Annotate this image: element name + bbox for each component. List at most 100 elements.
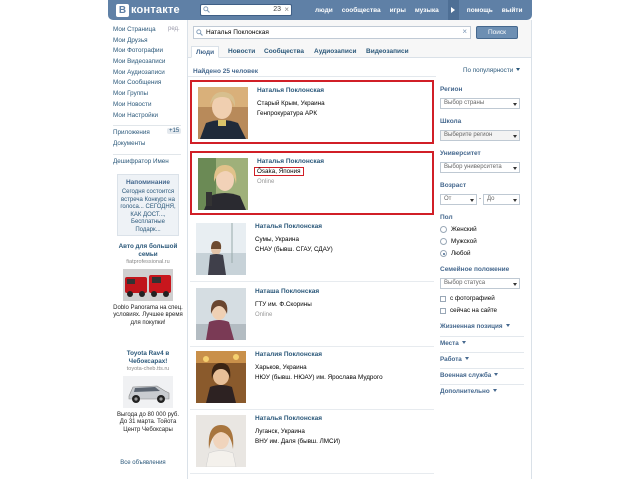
expand-additional[interactable]: Дополнительно (440, 388, 497, 395)
school-placeholder: Выберите регион (444, 132, 493, 138)
result-row[interactable]: Наталья Поклонская Ōsaka, Япония Online (190, 151, 434, 215)
vk-logo[interactable]: В контакте (116, 3, 180, 17)
reminder-box[interactable]: Напоминание Сегодня состоится встреча Ко… (117, 174, 179, 236)
online-status: Online (257, 179, 275, 185)
result-row[interactable]: Наталия Поклонская Харьков, Украина НЮУ … (190, 346, 434, 410)
search-tabs: Люди Новости Сообщества Аудиозаписи Виде… (188, 44, 531, 58)
music-play-button[interactable] (447, 0, 459, 20)
ad-title: Авто для большой семьи (118, 243, 178, 258)
sidebar-item-messages[interactable]: Мои Сообщения (113, 79, 183, 90)
sidebar-item-groups[interactable]: Мои Группы (113, 90, 183, 101)
result-name[interactable]: Наталья Поклонская (255, 415, 322, 422)
ad-title: Toyota Rav4 в Чебоксарах! (126, 350, 170, 365)
ad-text: Doblo Panorama на спец. условиях. Лучшее… (113, 305, 183, 326)
avatar[interactable] (198, 158, 248, 210)
result-row[interactable]: Наталья Поклонская Старый Крым, Украина … (190, 80, 434, 144)
avatar[interactable] (196, 288, 246, 340)
age-label: Возраст (440, 182, 467, 189)
avatar[interactable] (198, 87, 248, 139)
expand-life-position[interactable]: Жизненная позиция (440, 323, 510, 330)
sex-option-any[interactable]: Любой (440, 250, 470, 257)
chevron-down-icon (505, 324, 510, 327)
close-icon[interactable]: × (284, 5, 289, 14)
tab-people[interactable]: Люди (191, 46, 220, 58)
tab-video[interactable]: Видеозаписи (362, 46, 413, 58)
sex-option-male[interactable]: Мужской (440, 238, 477, 245)
school-select[interactable]: Выберите регион (440, 130, 520, 141)
result-row[interactable]: Наталья Поклонская Сумы, Украина СНАУ (б… (190, 218, 434, 282)
expander-label: Места (440, 340, 459, 347)
sidebar-item-apps[interactable]: Приложения +15 (113, 128, 183, 140)
sex-option-female[interactable]: Женский (440, 226, 477, 233)
search-bar: Наталья Поклонская × Поиск (188, 20, 531, 44)
sidebar-divider (113, 153, 181, 155)
checkbox-icon (440, 295, 446, 302)
sidebar-item-audio[interactable]: Мои Аудиозаписи (113, 69, 183, 80)
sort-dropdown[interactable]: По популярности (463, 67, 521, 74)
sidebar-item-friends[interactable]: Мои Друзья (113, 37, 183, 48)
online-now-checkbox[interactable]: сейчас на сайте (440, 307, 497, 314)
chevron-down-icon (461, 341, 466, 344)
marital-select[interactable]: Выбор статуса (440, 278, 520, 289)
clear-icon[interactable]: × (462, 27, 467, 36)
avatar[interactable] (196, 223, 246, 275)
university-label: Университет (440, 150, 481, 157)
country-select[interactable]: Выбор страны (440, 98, 520, 109)
age-to-select[interactable]: До (483, 194, 520, 205)
age-from-select[interactable]: От (440, 194, 477, 205)
result-name[interactable]: Наталия Поклонская (255, 351, 322, 358)
sidebar-item-label: Мои Страница (113, 26, 156, 33)
result-name[interactable]: Наталья Поклонская (255, 223, 322, 230)
tab-news[interactable]: Новости (224, 46, 259, 58)
top-search-input[interactable]: 23 × (200, 4, 292, 16)
sidebar-item-videos[interactable]: Мои Видеозаписи (113, 58, 183, 69)
expand-places[interactable]: Места (440, 340, 466, 347)
result-detail: ВНУ им. Даля (бывш. ЛМСИ) (255, 438, 341, 445)
sidebar-item-name-decoder[interactable]: Дешифратор Имен (113, 158, 183, 169)
sex-option-label: Любой (451, 250, 471, 257)
edit-link[interactable]: ред. (168, 26, 180, 32)
ad-image-suv (123, 376, 173, 408)
ad-domain: fiatprofessional.ru (126, 259, 170, 265)
ad-block[interactable]: Авто для большой семьи fiatprofessional.… (113, 243, 183, 327)
chevron-down-icon (513, 198, 517, 202)
nav-music[interactable]: музыка (415, 7, 439, 14)
all-ads-link[interactable]: Все объявления (113, 460, 173, 466)
tab-communities[interactable]: Сообщества (260, 46, 308, 58)
chevron-down-icon (494, 373, 499, 376)
chevron-down-icon (464, 357, 469, 360)
tab-audio[interactable]: Аудиозаписи (310, 46, 360, 58)
nav-communities[interactable]: сообщества (342, 7, 381, 14)
search-query: Наталья Поклонская (206, 29, 269, 36)
university-select[interactable]: Выбор университета (440, 162, 520, 173)
result-name[interactable]: Наташа Поклонская (255, 288, 319, 295)
sidebar-item-settings[interactable]: Мои Настройки (113, 112, 183, 123)
result-row[interactable]: Наташа Поклонская ГТУ им. Ф.Скорины Onli… (190, 283, 434, 347)
sidebar-item-news[interactable]: Мои Новости (113, 101, 183, 112)
with-photo-checkbox[interactable]: с фотографией (440, 295, 495, 302)
sidebar-item-documents[interactable]: Документы (113, 140, 183, 151)
play-icon (451, 7, 456, 13)
expand-military[interactable]: Военная служба (440, 372, 499, 379)
result-name[interactable]: Наталья Поклонская (257, 87, 324, 94)
sidebar-item-photos[interactable]: Мои Фотографии (113, 47, 183, 58)
avatar[interactable] (196, 415, 246, 467)
university-placeholder: Выбор университета (444, 164, 502, 170)
with-photo-label: с фотографией (450, 295, 495, 302)
country-placeholder: Выбор страны (444, 100, 485, 106)
expand-work[interactable]: Работа (440, 356, 469, 363)
sidebar: Мои Страница ред. Мои Друзья Мои Фотограф… (113, 26, 183, 168)
search-button[interactable]: Поиск (476, 26, 518, 39)
result-name[interactable]: Наталья Поклонская (257, 158, 324, 165)
nav-games[interactable]: игры (390, 7, 406, 14)
nav-logout[interactable]: выйти (502, 7, 523, 14)
nav-help[interactable]: помощь (467, 7, 493, 14)
sidebar-item-page[interactable]: Мои Страница ред. (113, 26, 183, 37)
search-input[interactable]: Наталья Поклонская × (193, 26, 471, 39)
expander-label: Дополнительно (440, 388, 490, 395)
result-row[interactable]: Наталья Поклонская Луганск, Украина ВНУ … (190, 410, 434, 474)
nav-people[interactable]: люди (315, 7, 333, 14)
avatar[interactable] (196, 351, 246, 403)
chevron-down-icon (470, 198, 474, 202)
ad-block[interactable]: Toyota Rav4 в Чебоксарах! toyota-cheb.tt… (113, 350, 183, 434)
